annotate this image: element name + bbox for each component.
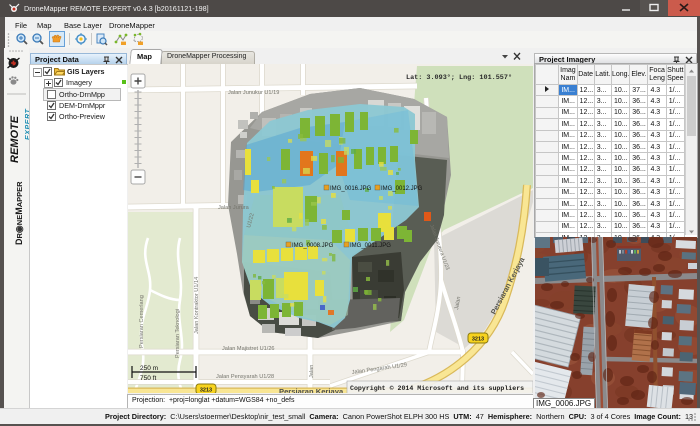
- svg-text:IMG_0012.JPG: IMG_0012.JPG: [381, 186, 423, 192]
- svg-text:Jalan Pensyarah U1/28: Jalan Pensyarah U1/28: [216, 374, 274, 380]
- svg-text:Persiaran Kerjaya: Persiaran Kerjaya: [279, 387, 344, 393]
- svg-text:3213: 3213: [200, 388, 212, 394]
- svg-text:IMG_0008.JPG: IMG_0008.JPG: [292, 243, 334, 249]
- svg-text:Jalan: Jalan: [309, 365, 315, 378]
- svg-text:750 ft: 750 ft: [140, 375, 156, 382]
- svg-text:Jalan Kontraktor U1/14: Jalan Kontraktor U1/14: [194, 277, 200, 334]
- svg-text:250 m: 250 m: [140, 365, 158, 372]
- svg-text:3213: 3213: [472, 337, 484, 343]
- svg-text:IMG_0016.JPG: IMG_0016.JPG: [330, 186, 372, 192]
- svg-text:Copyright © 2014 Microsoft and: Copyright © 2014 Microsoft and its suppl…: [350, 384, 524, 392]
- svg-text:Jalan Jurura: Jalan Jurura: [218, 205, 250, 211]
- svg-text:Jalan Majistret U1/26: Jalan Majistret U1/26: [222, 346, 275, 352]
- svg-text:IMG_0011.JPG: IMG_0011.JPG: [350, 243, 391, 249]
- svg-text:Lat: 3.093°; Lng: 101.557°: Lat: 3.093°; Lng: 101.557°: [406, 73, 512, 82]
- svg-text:Jalan Junukur U1/19: Jalan Junukur U1/19: [228, 90, 279, 96]
- svg-text:Persiaran Cemerlang: Persiaran Cemerlang: [139, 295, 145, 348]
- svg-text:Persiaran Teknologi: Persiaran Teknologi: [175, 309, 181, 358]
